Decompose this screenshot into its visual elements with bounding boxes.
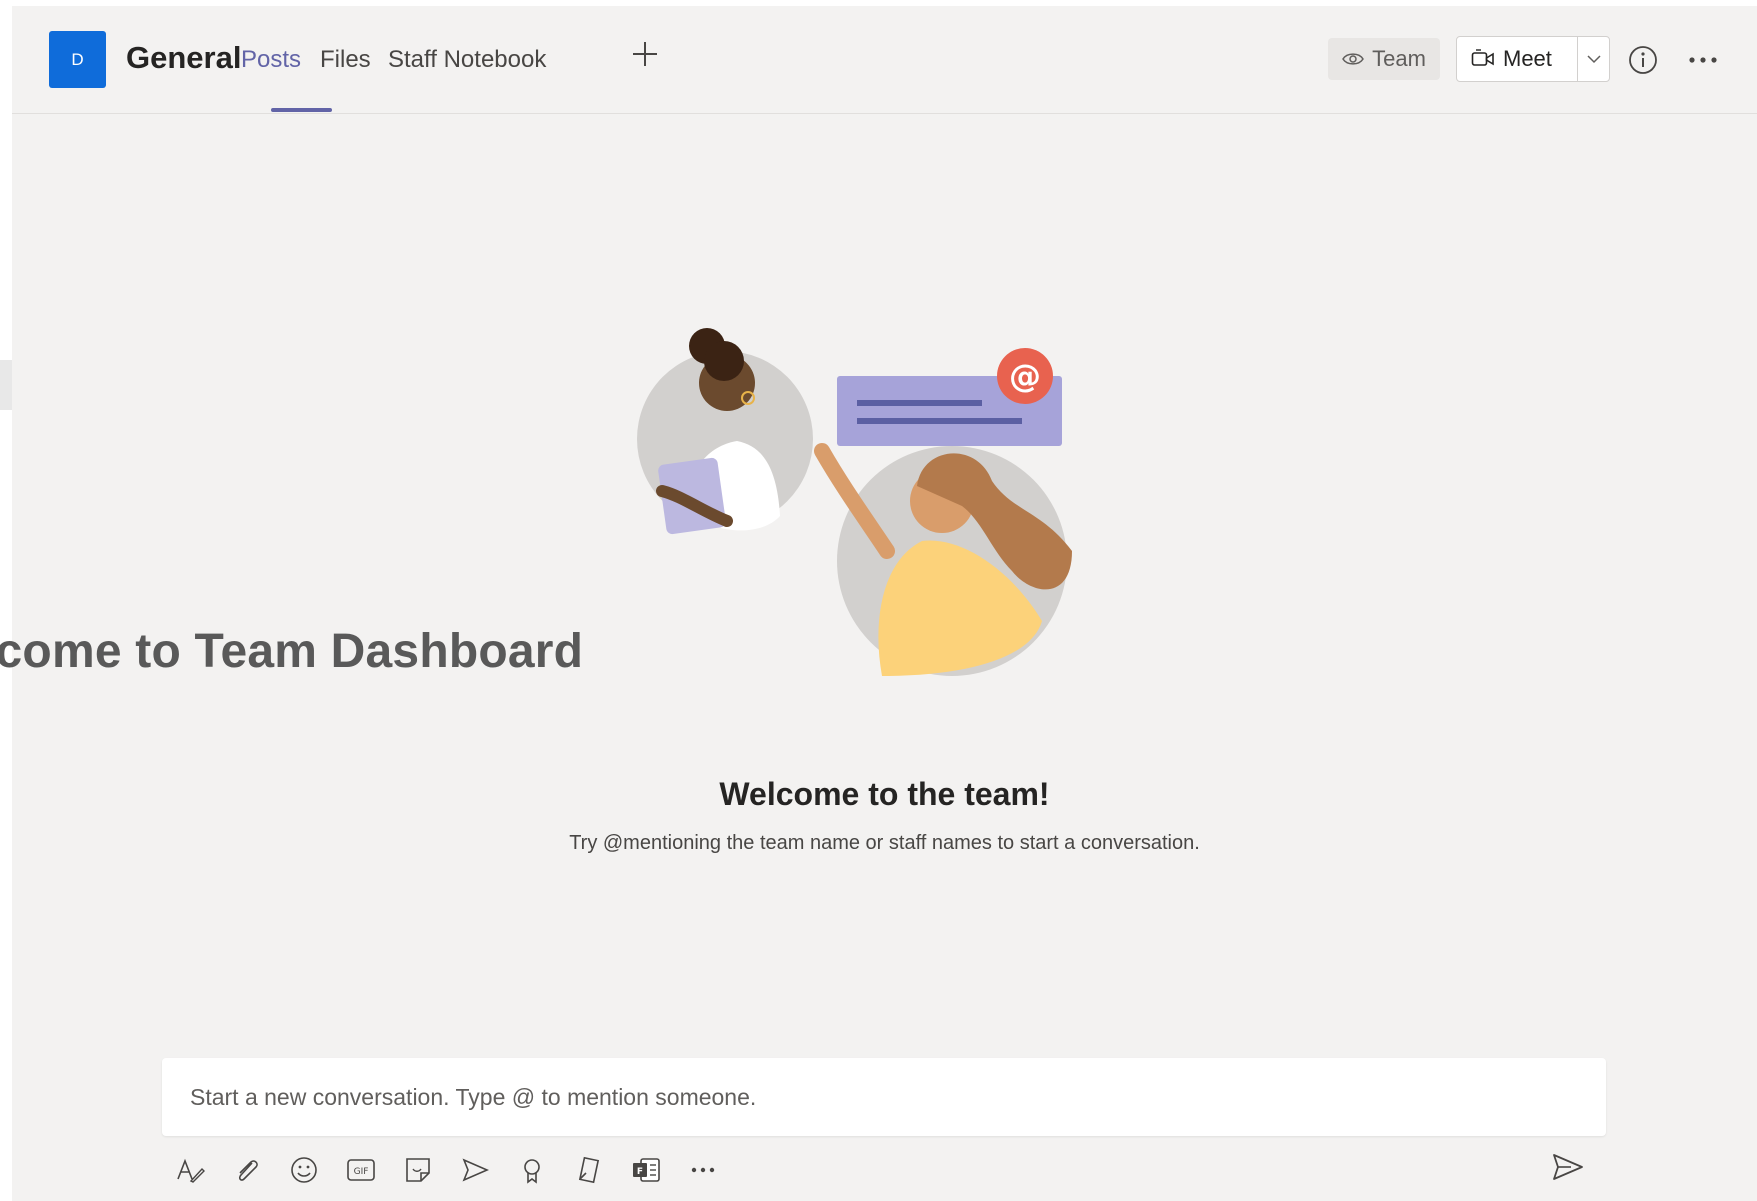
format-icon[interactable] [175, 1155, 205, 1185]
meet-now-icon[interactable] [460, 1155, 490, 1185]
ellipsis-icon [1689, 57, 1717, 63]
svg-text:@: @ [1009, 357, 1041, 395]
meet-button[interactable]: Meet [1457, 37, 1577, 81]
svg-text:GIF: GIF [354, 1167, 369, 1177]
channel-header: D General Posts Files Staff Notebook Tea… [12, 6, 1757, 114]
dashboard-heading-overlay: lcome to Team Dashboard [0, 625, 584, 678]
channel-title: General [126, 40, 242, 75]
video-camera-icon [1471, 49, 1494, 66]
more-options-icon[interactable] [688, 1155, 718, 1185]
more-options-button[interactable] [1685, 44, 1721, 76]
meet-split-button: Meet [1456, 36, 1610, 82]
teams-channel-view: D General Posts Files Staff Notebook Tea… [0, 6, 1757, 1201]
tab-files[interactable]: Files [320, 46, 371, 74]
team-avatar-initial: D [71, 49, 84, 69]
add-tab-button[interactable] [630, 39, 660, 69]
chevron-down-icon [1586, 55, 1601, 64]
sticker-icon[interactable] [403, 1155, 433, 1185]
plus-icon [633, 42, 657, 66]
welcome-illustration: @ [637, 328, 1072, 676]
approvals-icon[interactable] [574, 1155, 604, 1185]
team-button[interactable]: Team [1328, 38, 1440, 80]
info-icon [1629, 46, 1657, 74]
compose-box [162, 1058, 1606, 1136]
tab-posts[interactable]: Posts [241, 46, 301, 74]
forms-icon[interactable]: F [631, 1155, 661, 1185]
channel-info-button[interactable] [1627, 44, 1659, 76]
praise-icon[interactable] [517, 1155, 547, 1185]
tab-staff-notebook[interactable]: Staff Notebook [388, 46, 546, 74]
emoji-icon[interactable] [289, 1155, 319, 1185]
meet-button-label: Meet [1503, 46, 1552, 71]
new-conversation-input[interactable] [162, 1058, 1598, 1136]
active-tab-indicator [271, 108, 332, 112]
team-avatar[interactable]: D [49, 31, 106, 88]
eye-icon [1342, 53, 1364, 65]
team-button-label: Team [1372, 46, 1426, 71]
meet-dropdown-button[interactable] [1578, 54, 1609, 64]
welcome-title: Welcome to the team! [719, 776, 1050, 812]
compose-toolbar: GIF F [175, 1150, 718, 1190]
svg-text:F: F [637, 1167, 643, 1177]
send-icon [1553, 1154, 1583, 1180]
gif-icon[interactable]: GIF [346, 1155, 376, 1185]
send-button[interactable] [1551, 1150, 1585, 1184]
attach-icon[interactable] [232, 1155, 262, 1185]
welcome-subtitle: Try @mentioning the team name or staff n… [569, 832, 1200, 854]
